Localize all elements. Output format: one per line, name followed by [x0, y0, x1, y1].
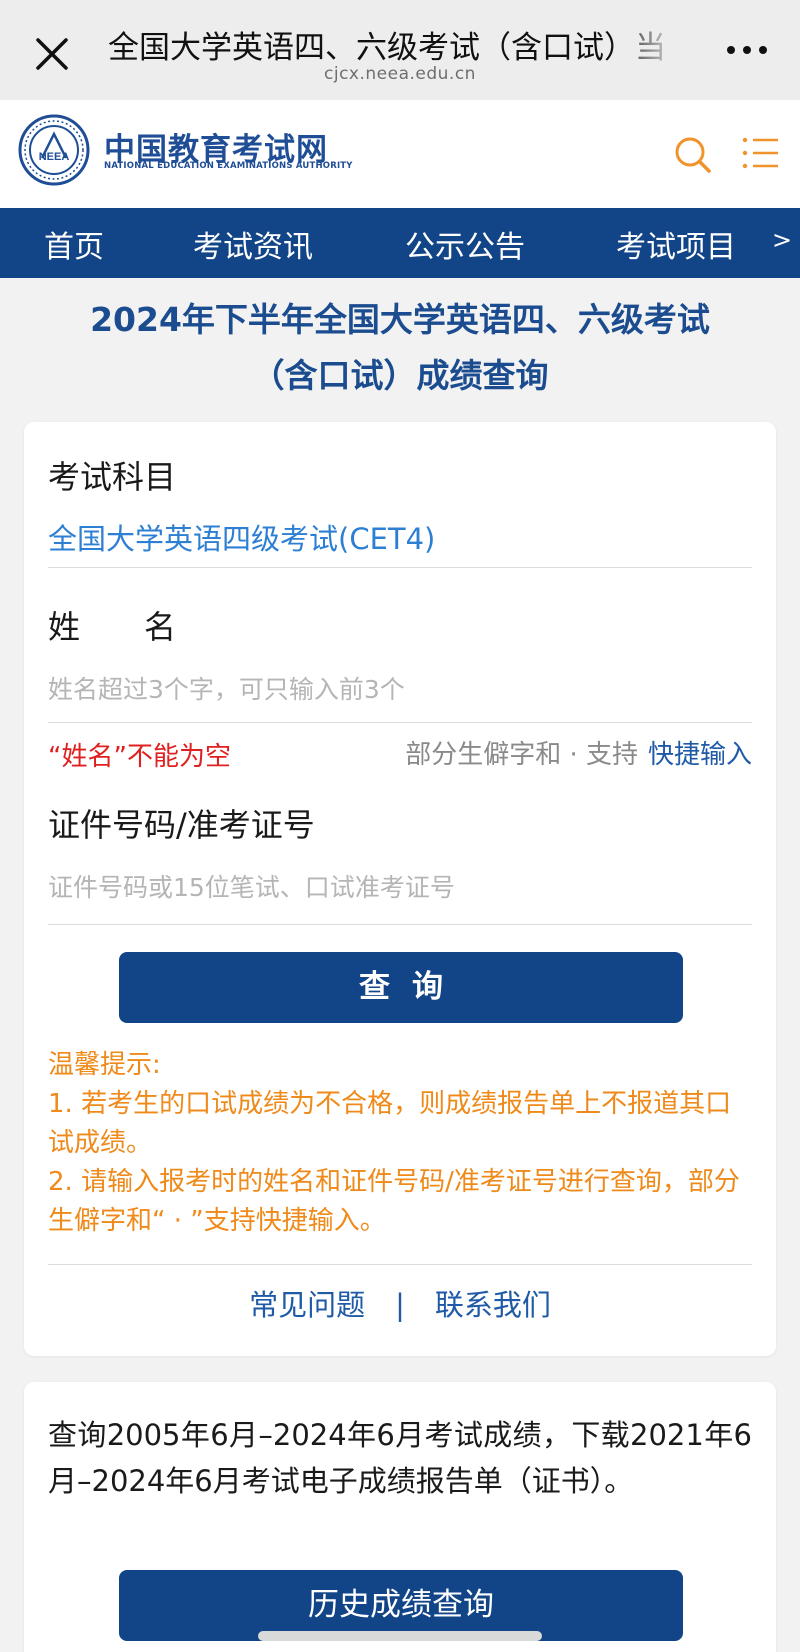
- neea-logo-icon[interactable]: NEEA: [18, 114, 90, 186]
- tips-item-2: 2. 请输入报考时的姓名和证件号码/准考证号进行查询，部分生僻字和“ · ”支持…: [48, 1167, 740, 1236]
- nav-more-arrow[interactable]: >: [772, 226, 792, 254]
- divider: [48, 924, 752, 925]
- tips-item-1: 1. 若考生的口试成绩为不合格，则成绩报告单上不报道其口试成绩。: [48, 1089, 732, 1158]
- query-button[interactable]: 查询: [119, 952, 683, 1023]
- quick-input-hint-text: 部分生僻字和 · 支持: [405, 740, 638, 770]
- divider: [48, 567, 752, 568]
- search-icon[interactable]: [674, 136, 712, 174]
- tips-section: 温馨提示: 1. 若考生的口试成绩为不合格，则成绩报告单上不报道其口试成绩。 2…: [48, 1046, 752, 1241]
- site-header: NEEA 中国教育考试网 NATIONAL EDUCATION EXAMINAT…: [0, 100, 800, 208]
- page-title-line1: 2024年下半年全国大学英语四、六级考试: [90, 300, 710, 339]
- more-icon[interactable]: [726, 40, 768, 60]
- nav-item-home[interactable]: 首页: [44, 222, 104, 266]
- history-card: 查询2005年6月–2024年6月考试成绩，下载2021年6月–2024年6月考…: [24, 1382, 776, 1652]
- browser-title: 全国大学英语四、六级考试（含口试）当: [108, 30, 666, 66]
- page-title-line2: （含口试）成绩查询: [251, 356, 549, 395]
- name-error-message: “姓名”不能为空: [48, 742, 231, 772]
- subject-label: 考试科目: [48, 458, 177, 496]
- name-label: 姓 名: [48, 608, 177, 646]
- contact-link[interactable]: 联系我们: [435, 1288, 551, 1322]
- footer-links: 常见问题 | 联系我们: [24, 1282, 776, 1324]
- home-indicator: [258, 1631, 542, 1641]
- divider: [48, 1264, 752, 1265]
- faq-link[interactable]: 常见问题: [249, 1288, 365, 1322]
- browser-url: cjcx.neea.edu.cn: [324, 64, 476, 84]
- query-form-card: 考试科目 全国大学英语四级考试(CET4) 姓 名 姓名超过3个字，可只输入前3…: [24, 422, 776, 1356]
- main-nav: 首页 考试资讯 公示公告 考试项目 >: [0, 208, 800, 278]
- menu-icon[interactable]: [742, 136, 780, 170]
- quick-input-hint: 部分生僻字和 · 支持 快捷输入: [405, 734, 752, 771]
- browser-topbar: 全国大学英语四、六级考试（含口试）当 cjcx.neea.edu.cn: [0, 0, 800, 100]
- id-number-input[interactable]: 证件号码或15位笔试、口试准考证号: [48, 868, 752, 908]
- id-label: 证件号码/准考证号: [48, 806, 315, 844]
- nav-item-announcements[interactable]: 公示公告: [405, 222, 525, 266]
- divider: [48, 722, 752, 723]
- quick-input-link[interactable]: 快捷输入: [648, 740, 752, 770]
- history-description: 查询2005年6月–2024年6月考试成绩，下载2021年6月–2024年6月考…: [48, 1418, 752, 1498]
- subject-select[interactable]: 全国大学英语四级考试(CET4): [48, 516, 435, 558]
- nav-item-news[interactable]: 考试资讯: [193, 222, 313, 266]
- logo-english-name: NATIONAL EDUCATION EXAMINATIONS AUTHORIT…: [104, 161, 353, 171]
- tips-heading: 温馨提示:: [48, 1050, 161, 1080]
- page-title: 2024年下半年全国大学英语四、六级考试 （含口试）成绩查询: [0, 292, 800, 404]
- name-input[interactable]: 姓名超过3个字，可只输入前3个: [48, 670, 752, 710]
- link-separator: |: [395, 1288, 405, 1322]
- svg-text:NEEA: NEEA: [39, 151, 70, 163]
- nav-item-exams[interactable]: 考试项目: [616, 222, 736, 266]
